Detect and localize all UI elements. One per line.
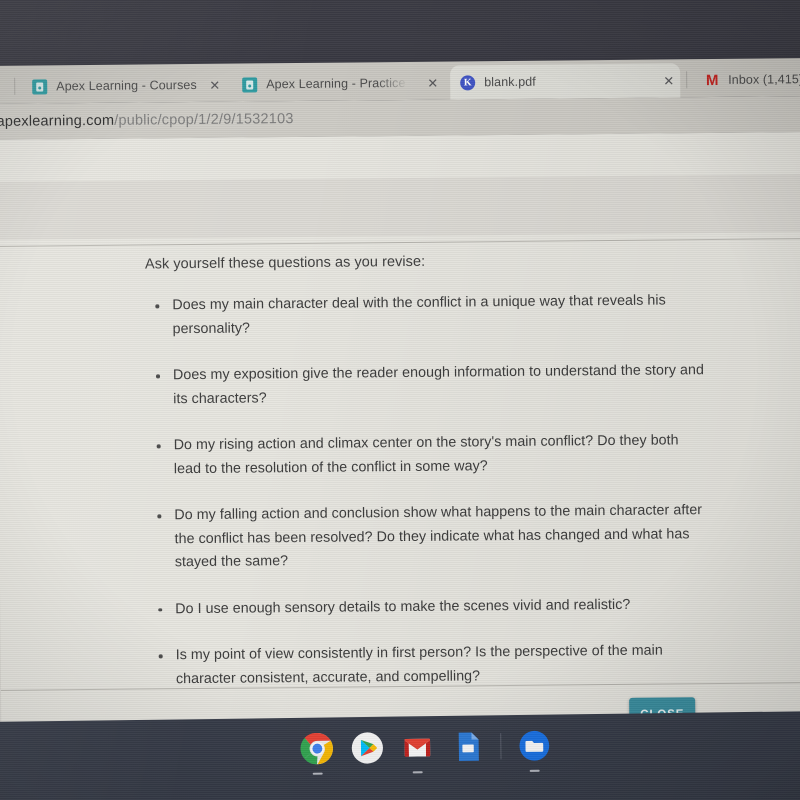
- play-store-icon: [351, 732, 383, 764]
- shelf-item-files[interactable]: [517, 729, 551, 772]
- browser-window: ✕ Apex Learning - Courses ✕ Apex Learnin…: [0, 58, 800, 740]
- revision-checklist: Ask yourself these questions as you revi…: [145, 251, 709, 714]
- tab-blank-pdf[interactable]: K blank.pdf ✕: [450, 63, 681, 100]
- tab-separator: [686, 71, 688, 89]
- list-item: Does my main character deal with the con…: [145, 289, 705, 341]
- tab-apex-learning-practice-assignment[interactable]: Apex Learning - Practice Assign ✕: [232, 66, 444, 102]
- gmail-icon: [404, 738, 431, 757]
- checklist-intro: Ask yourself these questions as you revi…: [144, 253, 426, 273]
- tab-gmail-inbox[interactable]: M Inbox (1,415) - w: [694, 62, 800, 97]
- apex-icon: [32, 78, 48, 95]
- shelf-icon-row: [300, 729, 551, 775]
- running-indicator-dot: [412, 771, 423, 774]
- apex-icon: [242, 76, 258, 93]
- list-item: Do my falling action and conclusion show…: [147, 499, 708, 575]
- chrome-icon: [300, 733, 333, 765]
- shelf-item-play-store[interactable]: [350, 731, 384, 765]
- tab-apex-learning-courses[interactable]: Apex Learning - Courses ✕: [22, 68, 226, 104]
- files-icon: [519, 730, 550, 761]
- shelf-divider: [500, 733, 502, 760]
- list-item: Does my exposition give the reader enoug…: [146, 359, 706, 411]
- chromebook-screen-photo: ✕ Apex Learning - Courses ✕ Apex Learnin…: [0, 0, 800, 800]
- page-top-band: [0, 174, 800, 240]
- list-item: Is my point of view consistently in firs…: [149, 639, 709, 691]
- running-indicator-dot: [312, 772, 323, 775]
- tab-title: Apex Learning - Courses: [56, 77, 197, 94]
- page-viewport: Ask yourself these questions as you revi…: [0, 132, 800, 740]
- content-divider-top: [0, 237, 800, 247]
- url-path: /public/cpop/1/2/9/1532103: [114, 111, 294, 129]
- tab-title: Inbox (1,415) - w: [728, 72, 800, 87]
- shelf-item-gmail[interactable]: [400, 730, 434, 774]
- url-text: apexlearning.com/public/cpop/1/2/9/15321…: [0, 111, 294, 130]
- tab-separator: [14, 77, 16, 95]
- close-icon[interactable]: ✕: [197, 77, 220, 92]
- shelf-item-chrome[interactable]: [300, 731, 334, 775]
- checklist-items: Does my main character deal with the con…: [145, 289, 709, 691]
- google-slides-icon: [458, 732, 479, 761]
- close-icon[interactable]: ✕: [651, 73, 674, 88]
- kami-pdf-icon: K: [460, 74, 476, 90]
- close-icon[interactable]: ✕: [415, 75, 438, 90]
- page-background: Ask yourself these questions as you revi…: [0, 132, 800, 740]
- chromeos-shelf: [0, 711, 800, 800]
- gmail-icon: M: [705, 71, 718, 89]
- running-indicator-dot: [529, 769, 540, 772]
- list-item: Do my rising action and climax center on…: [147, 429, 707, 481]
- tab-title: Apex Learning - Practice Assign: [266, 75, 408, 92]
- url-host: apexlearning.com: [0, 112, 115, 130]
- list-item: Do I use enough sensory details to make …: [148, 593, 708, 622]
- tab-title: blank.pdf: [484, 74, 536, 90]
- shelf-item-google-slides[interactable]: [450, 729, 484, 763]
